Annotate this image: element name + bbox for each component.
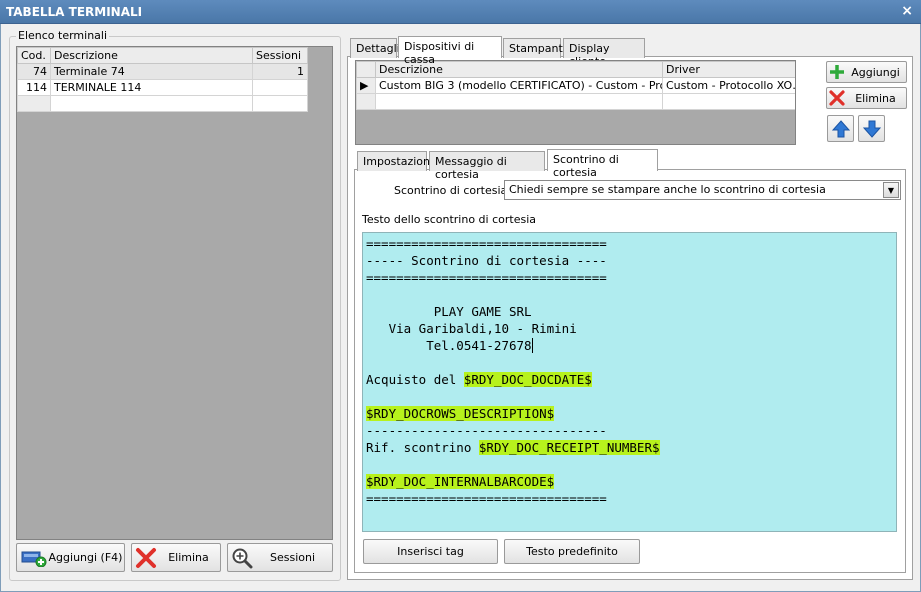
receipt-line: ================================: [366, 236, 607, 251]
row-indicator-header: [356, 61, 376, 78]
receipt-line-prefix: Rif. scontrino: [366, 440, 479, 455]
default-text-button[interactable]: Testo predefinito: [504, 539, 640, 564]
window-titlebar: TABELLA TERMINALI ×: [0, 0, 921, 24]
add-terminal-icon: [21, 549, 47, 567]
tab-dispositivi-di-cassa[interactable]: Dispositivi di cassa: [398, 36, 502, 66]
terminals-grid-header: Cod. Descrizione Sessioni: [17, 47, 308, 64]
move-down-button[interactable]: [858, 115, 885, 142]
cell-empty: [49, 95, 254, 112]
delete-icon: [829, 90, 845, 106]
devices-grid[interactable]: Descrizione Driver ▶ Custom BIG 3 (model…: [355, 60, 796, 145]
courtesy-mode-value: Chiedi sempre se stampare anche lo scont…: [509, 183, 826, 196]
col-header-driver[interactable]: Driver: [662, 61, 795, 78]
col-header-sessioni[interactable]: Sessioni: [252, 47, 308, 64]
courtesy-combo-label: Scontrino di cortesia :: [394, 184, 515, 197]
cell-empty: [17, 95, 51, 112]
courtesy-text-label: Testo dello scontrino di cortesia: [362, 213, 536, 226]
plus-icon: [829, 64, 845, 80]
delete-terminal-button[interactable]: Elimina: [131, 543, 221, 572]
courtesy-text-editor[interactable]: ================================ ----- S…: [362, 232, 897, 532]
tab-stampanti[interactable]: Stampanti: [503, 38, 566, 58]
table-row[interactable]: 114 TERMINALE 114: [17, 79, 308, 96]
cell-sessioni: 1: [252, 63, 308, 80]
col-header-descrizione[interactable]: Descrizione: [49, 47, 254, 64]
window-title: TABELLA TERMINALI: [6, 5, 143, 19]
receipt-line-prefix: Acquisto del: [366, 372, 464, 387]
receipt-line: ================================: [366, 491, 607, 506]
receipt-line: --------------------------------: [366, 423, 607, 438]
insert-tag-button[interactable]: Inserisci tag: [363, 539, 498, 564]
tag-receipt-number: $RDY_DOC_RECEIPT_NUMBER$: [478, 440, 660, 455]
add-device-button[interactable]: Aggiungi: [826, 61, 907, 83]
default-text-label: Testo predefinito: [526, 545, 618, 558]
add-terminal-label: Aggiungi (F4): [48, 551, 123, 564]
receipt-line: PLAY GAME SRL: [366, 304, 532, 319]
terminals-grid[interactable]: Cod. Descrizione Sessioni 74 Terminale 7…: [16, 46, 333, 540]
cell-cod: 114: [17, 79, 51, 96]
cell-sessioni: [252, 79, 308, 96]
receipt-line: ================================: [366, 270, 607, 285]
cell-descrizione: TERMINALE 114: [49, 79, 254, 96]
cell-descrizione: Terminale 74: [49, 63, 254, 80]
tab-impostazioni[interactable]: Impostazioni: [357, 151, 433, 171]
terminals-group-title: Elenco terminali: [16, 29, 110, 42]
row-pointer-icon: ▶: [356, 77, 376, 94]
close-icon[interactable]: ×: [901, 3, 913, 19]
table-row-new[interactable]: [356, 93, 795, 110]
delete-device-button[interactable]: Elimina: [826, 87, 907, 109]
courtesy-mode-select[interactable]: Chiedi sempre se stampare anche lo scont…: [504, 180, 901, 200]
cell-descrizione: Custom BIG 3 (modello CERTIFICATO) - Cus…: [375, 77, 663, 94]
tab-display-cliente[interactable]: Display cliente: [563, 38, 645, 68]
cell-empty: [662, 93, 795, 110]
table-row[interactable]: 74 Terminale 74 1: [17, 63, 308, 80]
tab-messaggio-di-cortesia[interactable]: Messaggio di cortesia: [429, 151, 545, 181]
text-cursor: [531, 338, 533, 353]
sessions-button[interactable]: Sessioni: [227, 543, 333, 572]
add-terminal-button[interactable]: Aggiungi (F4): [16, 543, 125, 572]
cell-driver: Custom - Protocollo XO…: [662, 77, 795, 94]
cell-empty: [356, 93, 376, 110]
receipt-line: Tel.0541-27678: [366, 338, 532, 353]
insert-tag-label: Inserisci tag: [397, 545, 464, 558]
delete-icon: [135, 547, 157, 569]
delete-device-label: Elimina: [855, 91, 896, 105]
tag-doc-date: $RDY_DOC_DOCDATE$: [463, 372, 592, 387]
cell-cod: 74: [17, 63, 51, 80]
receipt-line: Via Garibaldi,10 - Rimini: [366, 321, 577, 336]
arrow-down-icon: [862, 119, 882, 139]
magnifier-plus-icon: [231, 547, 253, 569]
table-row[interactable]: ▶ Custom BIG 3 (modello CERTIFICATO) - C…: [356, 77, 795, 94]
chevron-down-icon[interactable]: ▼: [883, 182, 899, 198]
tab-dettagli[interactable]: Dettagli: [350, 38, 400, 58]
sessions-label: Sessioni: [269, 551, 316, 564]
receipt-line: ----- Scontrino di cortesia ----: [366, 253, 607, 268]
col-header-cod[interactable]: Cod.: [17, 47, 51, 64]
delete-terminal-label: Elimina: [168, 551, 209, 564]
add-device-label: Aggiungi: [851, 65, 900, 79]
cell-empty: [375, 93, 663, 110]
arrow-up-icon: [831, 119, 851, 139]
tab-scontrino-di-cortesia[interactable]: Scontrino di cortesia: [547, 149, 658, 179]
table-row-new[interactable]: [17, 95, 308, 112]
tag-internal-barcode: $RDY_DOC_INTERNALBARCODE$: [366, 474, 555, 489]
move-up-button[interactable]: [827, 115, 854, 142]
cell-empty: [252, 95, 308, 112]
tag-docrows-description: $RDY_DOCROWS_DESCRIPTION$: [366, 406, 555, 421]
